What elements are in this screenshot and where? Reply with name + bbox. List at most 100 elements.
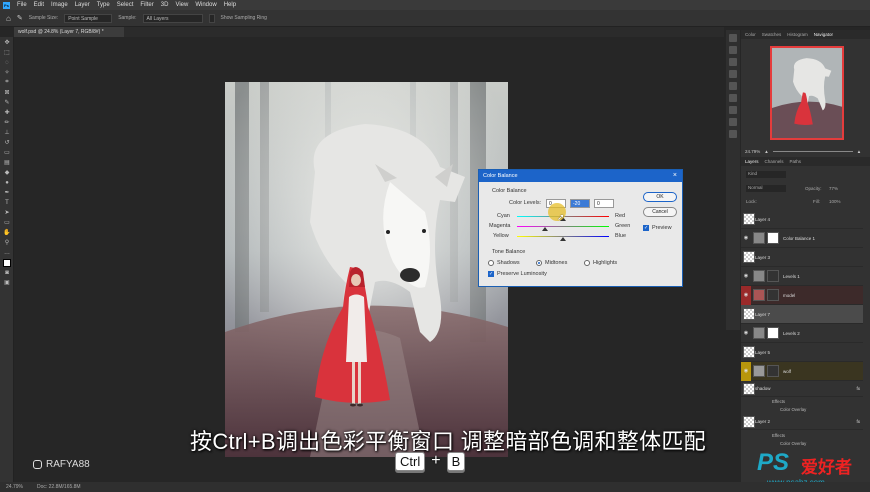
layer-row-selected[interactable]: ◉Layer 7 [741,305,863,324]
properties-panel-icon[interactable] [729,58,737,66]
lasso-tool-icon[interactable]: ◌ [2,58,12,67]
menu-help[interactable]: Help [224,2,236,8]
brush-panel-icon[interactable] [729,118,737,126]
ok-button[interactable]: OK [643,192,677,202]
layer-row[interactable]: ◉Layer 4 [741,210,863,229]
layer-row[interactable]: ◉ model [741,285,863,305]
styles-panel-icon[interactable] [729,82,737,90]
menu-filter[interactable]: Filter [140,2,153,8]
eye-icon[interactable]: ◉ [741,235,751,241]
character-panel-icon[interactable] [729,94,737,102]
status-zoom[interactable]: 24.79% [6,484,23,490]
tab-channels[interactable]: Channels [765,159,784,164]
menu-layer[interactable]: Layer [75,2,90,8]
zoom-slider[interactable] [772,150,853,152]
blend-mode-select[interactable]: Normal [746,185,786,192]
pen-tool-icon[interactable]: ✒ [2,188,12,197]
navigator-zoom-value[interactable]: 24.79% [745,149,760,154]
zoom-in-icon[interactable]: ▲ [857,149,861,154]
info-panel-icon[interactable] [729,46,737,54]
show-ring-checkbox[interactable] [208,13,215,23]
magenta-green-slider[interactable] [517,226,609,227]
adjustments-panel-icon[interactable] [729,70,737,78]
tab-layers[interactable]: Layers [745,159,759,164]
layer-row[interactable]: ◉Layer 5 [741,343,863,362]
stamp-tool-icon[interactable]: ⊥ [2,128,12,137]
brush-tool-icon[interactable]: ✏ [2,118,12,127]
level2-input[interactable]: -20 [570,199,590,208]
kind-filter[interactable]: Kind [746,171,786,178]
color-swatch-icon[interactable] [2,258,12,267]
layer-row[interactable]: ◉ Levels 1 [741,267,863,286]
navigator-thumbnail[interactable] [770,46,844,140]
clone-source-icon[interactable] [729,130,737,138]
eraser-tool-icon[interactable]: ▭ [2,148,12,157]
menu-view[interactable]: View [175,2,188,8]
quick-select-tool-icon[interactable]: ✧ [2,68,12,77]
sample-size-select[interactable]: Point Sample [64,13,113,23]
marquee-tool-icon[interactable]: ⬚ [2,48,12,57]
midtones-radio[interactable] [536,260,542,266]
menu-edit[interactable]: Edit [34,2,44,8]
menu-window[interactable]: Window [195,2,216,8]
gradient-tool-icon[interactable]: ▤ [2,158,12,167]
fx-icon[interactable]: fx [856,419,860,424]
layer-row[interactable]: ◉Layer 3 [741,248,863,267]
eyedropper-tool-icon[interactable]: ✎ [17,14,23,22]
menu-type[interactable]: Type [97,2,110,8]
level3-input[interactable]: 0 [594,199,614,208]
highlights-radio[interactable] [584,260,590,266]
path-select-icon[interactable]: ➤ [2,208,12,217]
preview-checkbox[interactable]: ✓ [643,225,649,231]
tab-color[interactable]: Color [745,32,756,37]
zoom-tool-icon[interactable]: ⚲ [2,238,12,247]
crop-tool-icon[interactable]: ⌗ [2,78,12,87]
tab-paths[interactable]: Paths [790,159,802,164]
home-icon[interactable]: ⌂ [6,14,11,23]
eye-icon[interactable]: ◉ [741,273,751,279]
shadows-radio[interactable] [488,260,494,266]
cancel-button[interactable]: Cancel [643,207,677,217]
canvas-image[interactable] [225,82,508,457]
preserve-luminosity-checkbox[interactable]: ✓ [488,271,494,277]
opacity-value[interactable]: 77% [829,186,838,191]
shape-tool-icon[interactable]: ▭ [2,218,12,227]
layer-row[interactable]: ◉ Color Balance 1 [741,229,863,248]
fx-icon[interactable]: fx [856,386,860,391]
hand-tool-icon[interactable]: ✋ [2,228,12,237]
yellow-blue-knob[interactable] [560,237,566,241]
history-brush-icon[interactable]: ↺ [2,138,12,147]
eye-icon[interactable]: ◉ [741,285,751,305]
menu-file[interactable]: File [17,2,27,8]
healing-brush-icon[interactable]: ✚ [2,108,12,117]
eye-icon[interactable]: ◉ [741,330,751,336]
layer-row[interactable]: ◉ Levels 2 [741,324,863,343]
type-tool-icon[interactable]: T [2,198,12,207]
document-tab[interactable]: wolf.psd @ 24.8% (Layer 7, RGB/8#) * [14,27,124,37]
zoom-out-icon[interactable]: ▲ [764,149,768,154]
menu-3d[interactable]: 3D [161,2,169,8]
magenta-green-knob[interactable] [542,227,548,231]
eye-icon[interactable]: ◉ [741,361,751,381]
close-icon[interactable]: × [673,170,677,182]
eyedropper-icon[interactable]: ✎ [2,98,12,107]
layer-row[interactable]: ◉ wolf [741,361,863,381]
layer-row[interactable]: shadow fx [741,381,863,397]
tab-histogram[interactable]: Histogram [787,32,808,37]
sample-select[interactable]: All Layers [142,13,203,23]
tab-navigator[interactable]: Navigator [814,32,833,37]
dodge-tool-icon[interactable]: ● [2,178,12,187]
move-tool-icon[interactable]: ✥ [2,38,12,47]
blur-tool-icon[interactable]: ◆ [2,168,12,177]
quick-mask-icon[interactable]: ◙ [2,268,12,277]
fill-value[interactable]: 100% [829,199,841,204]
more-tools-icon[interactable]: … [2,248,12,257]
screen-mode-icon[interactable]: ▣ [2,278,12,287]
frame-tool-icon[interactable]: ⊠ [2,88,12,97]
paragraph-panel-icon[interactable] [729,106,737,114]
history-panel-icon[interactable] [729,34,737,42]
menu-image[interactable]: Image [51,2,68,8]
dialog-titlebar[interactable]: Color Balance × [479,170,682,182]
menu-select[interactable]: Select [117,2,134,8]
tab-swatches[interactable]: Swatches [762,32,782,37]
